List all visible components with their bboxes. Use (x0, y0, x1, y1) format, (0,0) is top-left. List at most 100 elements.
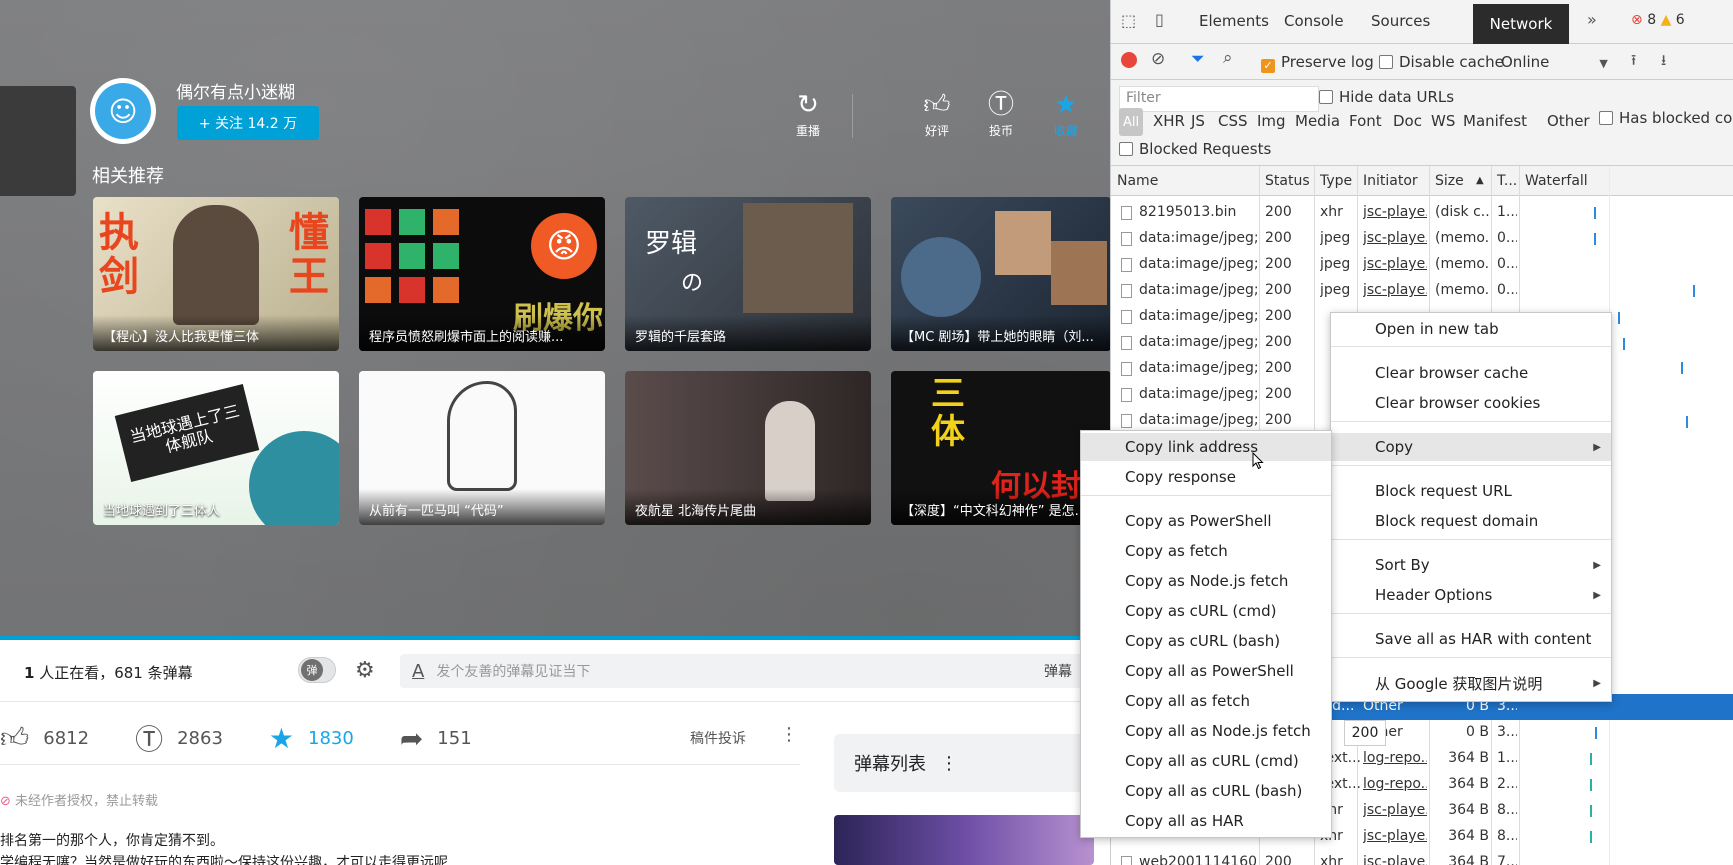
menu-copy-all-as-nodejs-fetch[interactable]: Copy all as Node.js fetch (1081, 717, 1331, 745)
recommend-card[interactable]: 罗辑 の 罗辑的千层套路 (625, 197, 871, 351)
filter-icon[interactable]: ⏷ (1191, 49, 1205, 69)
more-options-icon[interactable]: ⋮ (940, 753, 958, 774)
ad-banner[interactable] (834, 815, 1094, 865)
menu-copy-as-curl-cmd[interactable]: Copy as cURL (cmd) (1081, 597, 1331, 625)
search-icon[interactable]: ⌕ (1223, 48, 1233, 68)
table-row[interactable]: 82195013.bin200xhrjsc-playe...(disk c...… (1111, 200, 1733, 226)
tab-network[interactable]: Network (1473, 4, 1569, 44)
table-row[interactable]: data:image/jpeg;...200jpegjsc-playe...(m… (1111, 252, 1733, 278)
type-filter-other[interactable]: Other (1547, 112, 1590, 130)
export-har-icon[interactable]: ⭳ (1661, 50, 1666, 75)
issue-counts[interactable]: ⊗ 8 ▲ 6 (1631, 12, 1685, 28)
danmaku-input[interactable]: A 发个友善的弹幕见证当下 弹幕 (400, 654, 1090, 688)
type-filter-doc[interactable]: Doc (1393, 112, 1422, 130)
table-row[interactable]: data:image/jpeg;...200jpegjsc-playe...(m… (1111, 226, 1733, 252)
replay-button[interactable]: ↻ 重播 (788, 90, 828, 139)
menu-copy-response[interactable]: Copy response (1081, 463, 1331, 491)
danmaku-list-header[interactable]: 弹幕列表 ⋮ (834, 734, 1094, 792)
danmaku-settings-icon[interactable]: ⚙ (355, 658, 375, 683)
import-har-icon[interactable]: ⭱ (1631, 50, 1636, 75)
share-stat[interactable]: ➦ 151 (400, 722, 472, 755)
menu-copy-as-fetch[interactable]: Copy as fetch (1081, 537, 1331, 565)
type-filter-css[interactable]: CSS (1218, 112, 1248, 130)
table-row[interactable]: data:image/jpeg;...200jpegjsc-playe...(m… (1111, 278, 1733, 304)
col-time[interactable]: T... (1497, 173, 1517, 189)
has-blocked-cookies-checkbox[interactable]: Has blocked co (1599, 109, 1732, 127)
col-name[interactable]: Name (1117, 173, 1158, 189)
recommend-card[interactable]: 【MC 剧场】带上她的眼睛（刘... (891, 197, 1110, 351)
menu-copy-as-powershell[interactable]: Copy as PowerShell (1081, 507, 1331, 535)
more-options-icon[interactable]: ⋮ (780, 724, 798, 745)
menu-header-options[interactable]: Header Options ▶ (1331, 581, 1611, 609)
menu-clear-browser-cache[interactable]: Clear browser cache (1331, 359, 1611, 387)
col-waterfall[interactable]: Waterfall (1525, 173, 1588, 189)
menu-sort-by[interactable]: Sort By ▶ (1331, 551, 1611, 579)
menu-copy-all-as-powershell[interactable]: Copy all as PowerShell (1081, 657, 1331, 685)
uploader-name[interactable]: 偶尔有点小迷糊 (176, 78, 295, 103)
filter-input[interactable]: Filter (1119, 86, 1319, 112)
type-filter-img[interactable]: Img (1257, 112, 1286, 130)
favorite-button[interactable]: ★ 收藏 (1046, 90, 1086, 139)
like-button[interactable]: 👍︎ 好评 (917, 90, 957, 139)
danmaku-toggle[interactable]: 弹 (298, 657, 336, 683)
coin-button[interactable]: Ⓣ 投币 (981, 90, 1021, 139)
tab-sources[interactable]: Sources (1371, 12, 1430, 30)
tab-elements[interactable]: Elements (1199, 12, 1269, 30)
menu-copy-as-curl-bash[interactable]: Copy as cURL (bash) (1081, 627, 1331, 655)
record-icon[interactable] (1121, 52, 1137, 68)
type-filter-media[interactable]: Media (1295, 112, 1340, 130)
menu-copy-as-nodejs-fetch[interactable]: Copy as Node.js fetch (1081, 567, 1331, 595)
uploader-avatar[interactable]: ☺ (90, 78, 156, 144)
device-toolbar-icon[interactable]: ▯ (1155, 10, 1164, 29)
font-style-icon[interactable]: A (412, 661, 424, 682)
type-filter-font[interactable]: Font (1349, 112, 1382, 130)
menu-google-image-description[interactable]: 从 Google 获取图片说明 ▶ (1331, 669, 1611, 697)
menu-copy[interactable]: Copy ▶ (1331, 433, 1611, 461)
menu-clear-browser-cookies[interactable]: Clear browser cookies (1331, 389, 1611, 417)
inspect-element-icon[interactable]: ⬚ (1121, 11, 1136, 30)
type-filter-ws[interactable]: WS (1431, 112, 1455, 130)
col-size[interactable]: Size (1435, 173, 1464, 189)
menu-block-request-url[interactable]: Block request URL (1331, 477, 1611, 505)
recommend-card[interactable]: 😡︎ 刷爆你 程序员愤怒刷爆市面上的阅读赚... (359, 197, 605, 351)
menu-copy-all-as-har[interactable]: Copy all as HAR (1081, 807, 1331, 835)
type-filter-js[interactable]: JS (1191, 112, 1205, 130)
recommend-card[interactable]: 夜航星 北海传片尾曲 (625, 371, 871, 525)
waterfall-bar (1693, 285, 1695, 297)
type-filter-xhr[interactable]: XHR (1153, 112, 1185, 130)
hide-data-urls-checkbox[interactable]: Hide data URLs (1319, 88, 1454, 106)
menu-copy-link-address[interactable]: Copy link address (1081, 433, 1331, 461)
more-tabs-icon[interactable]: » (1587, 10, 1597, 29)
follow-button[interactable]: + 关注 14.2 万 (177, 106, 319, 140)
danmaku-etiquette-link[interactable]: 弹幕 (1044, 661, 1072, 681)
report-link[interactable]: 稿件投诉 (690, 728, 746, 748)
col-status[interactable]: Status (1265, 173, 1310, 189)
type-filter-manifest[interactable]: Manifest (1463, 112, 1527, 130)
type-filter-all[interactable]: All (1119, 108, 1143, 136)
preserve-log-checkbox[interactable]: ✓ Preserve log (1261, 53, 1374, 73)
col-initiator[interactable]: Initiator (1363, 173, 1418, 189)
recommend-card[interactable]: 当地球遇上了三体舰队 当地球遇到了三体人 (93, 371, 339, 525)
blocked-requests-checkbox[interactable]: Blocked Requests (1119, 140, 1271, 158)
file-icon (1121, 388, 1132, 402)
tab-console[interactable]: Console (1284, 12, 1344, 30)
table-row[interactable]: web20011141603...200xhrjsc-playe...364 B… (1111, 850, 1733, 865)
menu-copy-all-as-curl-bash[interactable]: Copy all as cURL (bash) (1081, 777, 1331, 805)
clear-icon[interactable]: ⊘ (1151, 49, 1165, 69)
menu-save-har[interactable]: Save all as HAR with content (1331, 625, 1611, 653)
menu-open-in-new-tab[interactable]: Open in new tab (1331, 315, 1611, 343)
menu-separator (1331, 613, 1611, 614)
throttle-select[interactable]: Online ▼ (1501, 53, 1608, 71)
favorite-stat[interactable]: ★ 1830 (269, 722, 354, 755)
coin-stat[interactable]: Ⓣ 2863 (135, 718, 223, 758)
disable-cache-checkbox[interactable]: Disable cache (1379, 53, 1504, 71)
menu-block-request-domain[interactable]: Block request domain (1331, 507, 1611, 535)
like-stat[interactable]: 👍︎ 6812 (0, 721, 89, 755)
recommend-card[interactable]: 从前有一匹马叫 “代码” (359, 371, 605, 525)
side-thumbnail[interactable] (0, 86, 76, 196)
menu-copy-all-as-curl-cmd[interactable]: Copy all as cURL (cmd) (1081, 747, 1331, 775)
recommend-card[interactable]: 执剑 懂王 【程心】没人比我更懂三体 (93, 197, 339, 351)
col-type[interactable]: Type (1320, 173, 1352, 189)
menu-copy-all-as-fetch[interactable]: Copy all as fetch (1081, 687, 1331, 715)
recommend-card[interactable]: 三体 何以封 【深度】“中文科幻神作” 是怎... (891, 371, 1110, 525)
